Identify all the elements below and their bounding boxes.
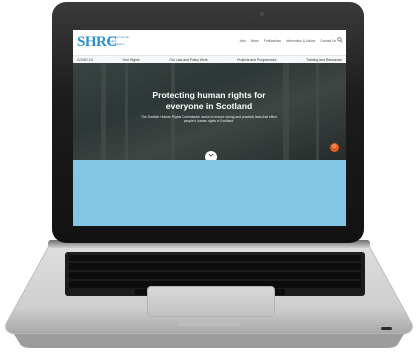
nav-item-your-rights[interactable]: Your Rights: [122, 58, 139, 62]
utility-nav: Jobs News Publications Information & Adv…: [239, 39, 336, 43]
hero-subtitle: The Scottish Human Rights Commission wor…: [141, 115, 277, 124]
util-link-publications[interactable]: Publications: [264, 39, 281, 43]
main-nav: COVID-19 Your Rights Our Law and Policy …: [73, 55, 346, 63]
nav-item-covid[interactable]: COVID-19: [77, 58, 93, 62]
hero-banner: Protecting human rights for everyone in …: [73, 63, 346, 160]
search-icon[interactable]: [337, 37, 343, 43]
hero-title: Protecting human rights for everyone in …: [152, 90, 266, 111]
sleep-indicator: [381, 327, 392, 330]
trackpad: [147, 286, 275, 317]
camera-icon: [260, 12, 264, 16]
screen: SHRC Scottish Human Rights Commission Jo…: [73, 30, 346, 226]
key-row-2: [69, 263, 361, 270]
nav-item-training[interactable]: Training and Resources: [306, 58, 342, 62]
nav-item-law-policy[interactable]: Our Law and Policy Work: [169, 58, 207, 62]
util-link-news[interactable]: News: [251, 39, 259, 43]
key-row-1: [69, 255, 361, 261]
util-link-contact[interactable]: Contact Us: [320, 39, 336, 43]
accessibility-icon[interactable]: ☺: [330, 143, 339, 152]
laptop-device: SHRC Scottish Human Rights Commission Jo…: [0, 0, 418, 353]
scroll-down-button[interactable]: [205, 151, 217, 160]
util-link-information[interactable]: Information & Advice: [286, 39, 315, 43]
key-row-3: [69, 272, 361, 279]
util-link-jobs[interactable]: Jobs: [239, 39, 246, 43]
logo-subtitle: Scottish Human Rights Commission: [108, 35, 130, 47]
site-header: SHRC Scottish Human Rights Commission Jo…: [73, 30, 346, 55]
chevron-down-icon: [208, 153, 214, 157]
nav-item-projects[interactable]: Projects and Programmes: [237, 58, 276, 62]
